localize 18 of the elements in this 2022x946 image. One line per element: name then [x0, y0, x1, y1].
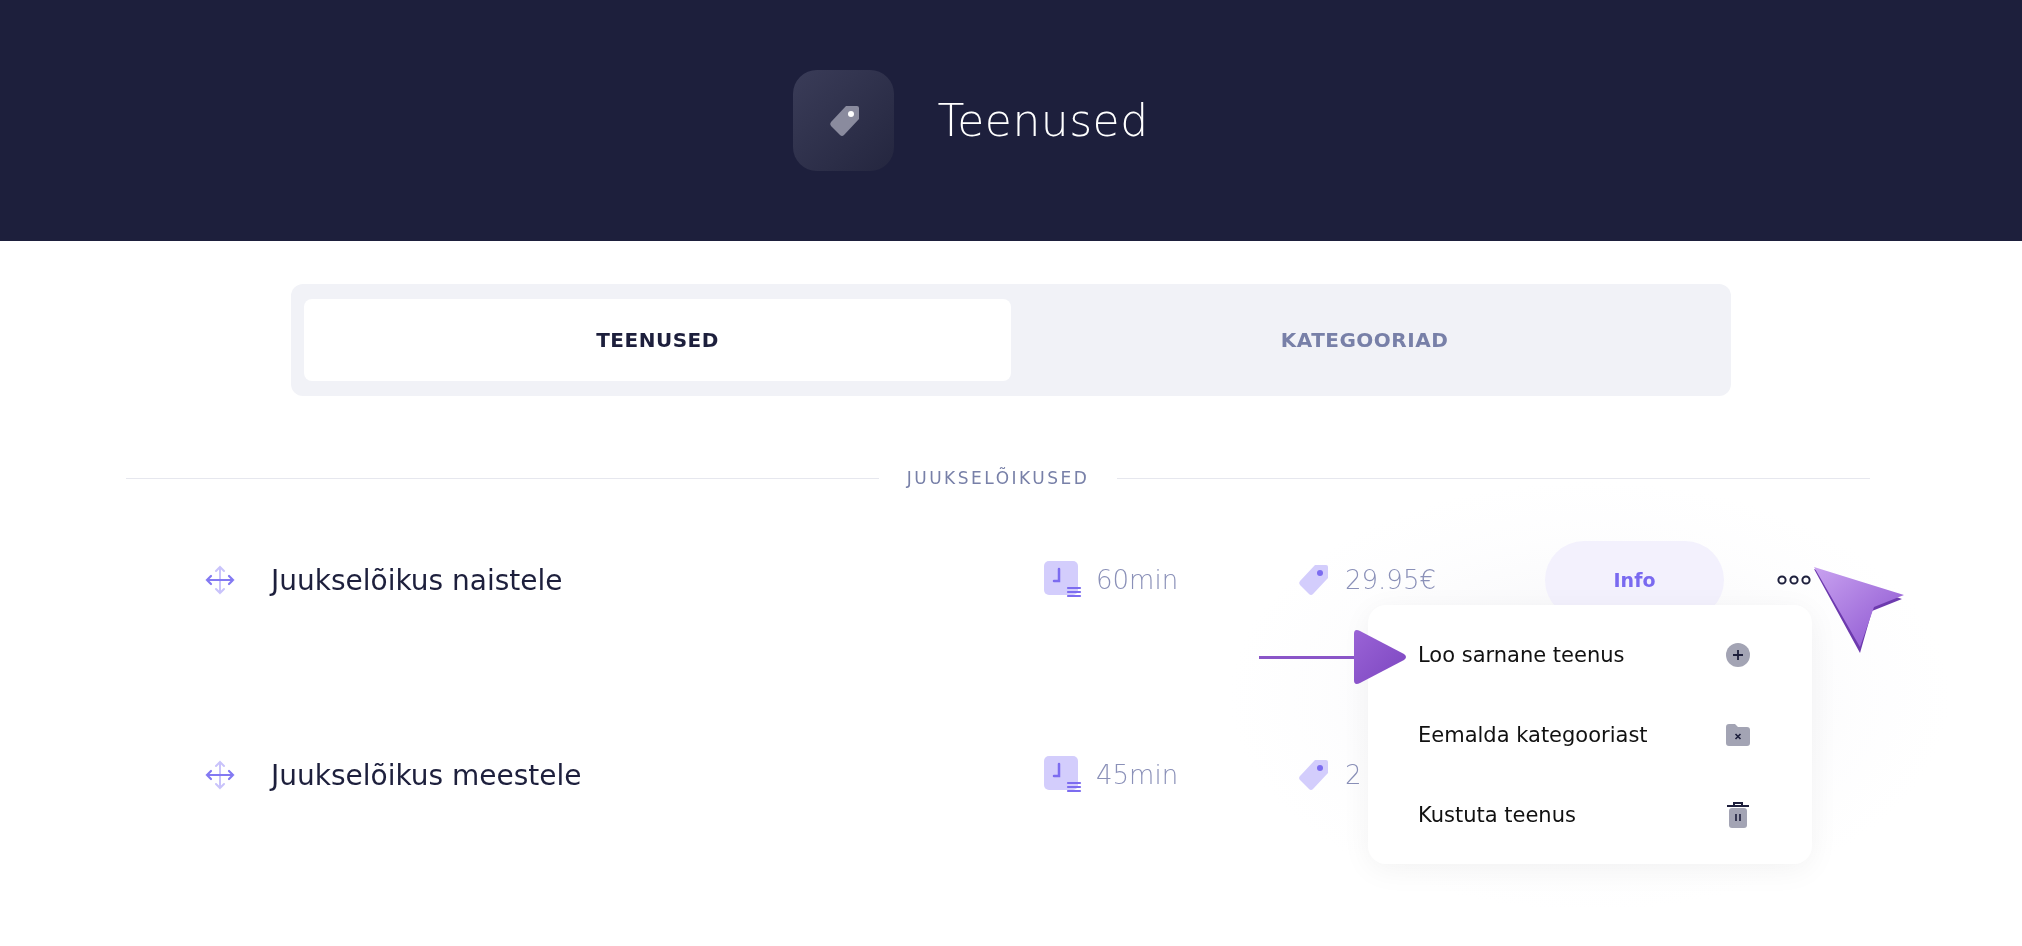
menu-item[interactable]: Kustuta teenus	[1418, 775, 1750, 855]
clock-icon	[1044, 561, 1082, 599]
tab[interactable]: TEENUSED	[304, 299, 1011, 381]
page-title: Teenused	[937, 95, 1149, 146]
menu-item[interactable]: Eemalda kategooriast	[1418, 695, 1750, 775]
price: 2	[1345, 760, 1362, 790]
plus-icon	[1726, 643, 1750, 667]
service-name: Juukselõikus naistele	[271, 563, 564, 597]
folder-icon	[1726, 724, 1750, 746]
trash-icon	[1726, 802, 1750, 828]
move-icon[interactable]	[205, 760, 235, 790]
clock-icon	[1044, 756, 1082, 794]
duration: 45min	[1096, 760, 1179, 790]
duration: 60min	[1096, 565, 1179, 595]
move-icon[interactable]	[205, 565, 235, 595]
service-name: Juukselõikus meestele	[271, 758, 583, 792]
section-title: JUUKSELÕIKUSED	[906, 468, 1090, 488]
price: 29.95€	[1345, 565, 1436, 595]
